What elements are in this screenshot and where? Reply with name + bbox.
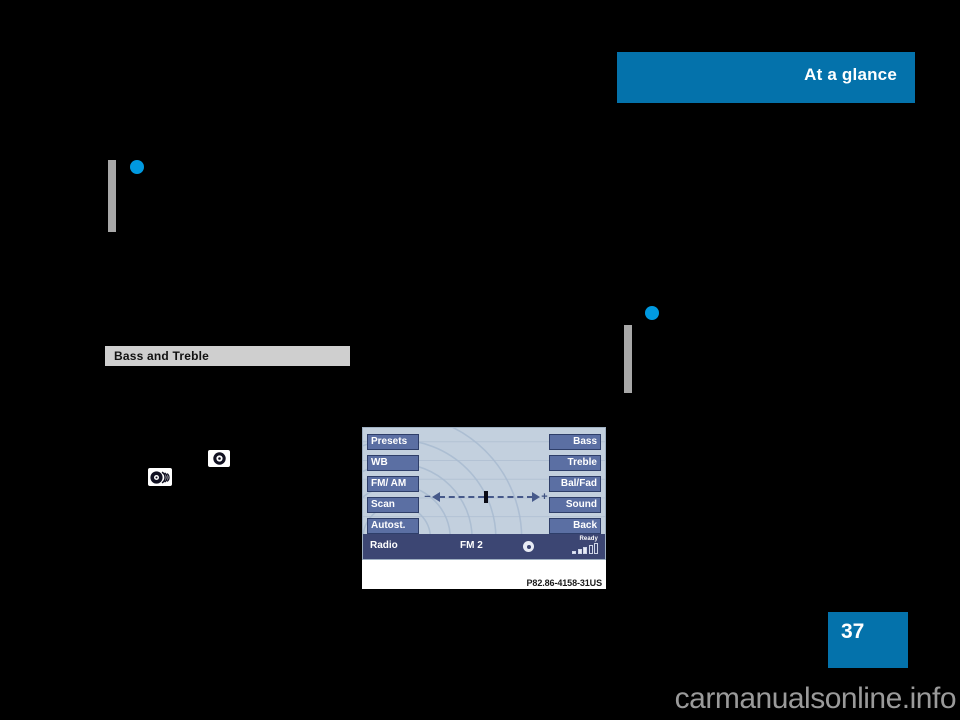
slider-track[interactable]: [432, 491, 540, 503]
margin-rule-right: [624, 325, 632, 393]
slider-minus-label: −: [424, 491, 431, 503]
signal-bars: [572, 543, 598, 554]
site-watermark: carmanualsonline.info: [674, 682, 957, 715]
bullet-marker-right-icon: [645, 306, 659, 320]
signal-bar: [594, 543, 598, 554]
signal-bar: [572, 551, 576, 554]
disc-icon: [523, 541, 534, 552]
figure-caption: P82.86-4158-31US: [526, 578, 603, 588]
status-band-label: FM 2: [460, 540, 483, 551]
screen-status-bar: Radio FM 2 Ready: [363, 534, 605, 559]
slider-thumb[interactable]: [484, 491, 488, 503]
slider-plus-label: +: [541, 491, 548, 503]
radio-screen: Presets WB FM/ AM Scan Autost. Bass Treb…: [362, 427, 606, 560]
tone-slider[interactable]: − +: [423, 490, 549, 504]
screen-left-button-column: Presets WB FM/ AM Scan Autost.: [367, 434, 419, 534]
screen-button-fm-am[interactable]: FM/ AM: [367, 476, 419, 492]
screen-button-treble[interactable]: Treble: [549, 455, 601, 471]
bullet-marker-left-icon: [130, 160, 144, 174]
section-header-title: At a glance: [804, 65, 897, 84]
page-number-block: 37: [828, 612, 908, 668]
margin-rule-left: [108, 160, 116, 232]
signal-bar: [588, 545, 593, 554]
screen-button-back[interactable]: Back: [549, 518, 601, 534]
radio-display-figure: Presets WB FM/ AM Scan Autost. Bass Treb…: [362, 427, 606, 589]
manual-page: At a glance Bass and Treble Presets WB F…: [0, 0, 960, 720]
signal-bar: [577, 549, 582, 554]
section-heading-text: Bass and Treble: [114, 349, 210, 363]
page-number: 37: [841, 620, 865, 643]
slider-arrow-right-icon[interactable]: [532, 492, 540, 502]
screen-right-button-column: Bass Treble Bal/Fad Sound Back: [549, 434, 601, 534]
screen-button-autostore[interactable]: Autost.: [367, 518, 419, 534]
status-source-label: Radio: [370, 540, 398, 551]
slider-arrow-left-icon[interactable]: [432, 492, 440, 502]
screen-button-wb[interactable]: WB: [367, 455, 419, 471]
screen-button-bass[interactable]: Bass: [549, 434, 601, 450]
screen-button-presets[interactable]: Presets: [367, 434, 419, 450]
signal-bar: [583, 547, 587, 554]
section-heading-band: Bass and Treble: [105, 346, 350, 366]
cd-changer-icon: [148, 468, 172, 486]
screen-button-scan[interactable]: Scan: [367, 497, 419, 513]
screen-button-bal-fad[interactable]: Bal/Fad: [549, 476, 601, 492]
cd-single-icon: [208, 450, 230, 467]
signal-ready-label: Ready: [579, 536, 598, 542]
signal-indicator: Ready: [559, 536, 599, 557]
screen-button-sound[interactable]: Sound: [549, 497, 601, 513]
section-header-tab: At a glance: [617, 52, 915, 103]
